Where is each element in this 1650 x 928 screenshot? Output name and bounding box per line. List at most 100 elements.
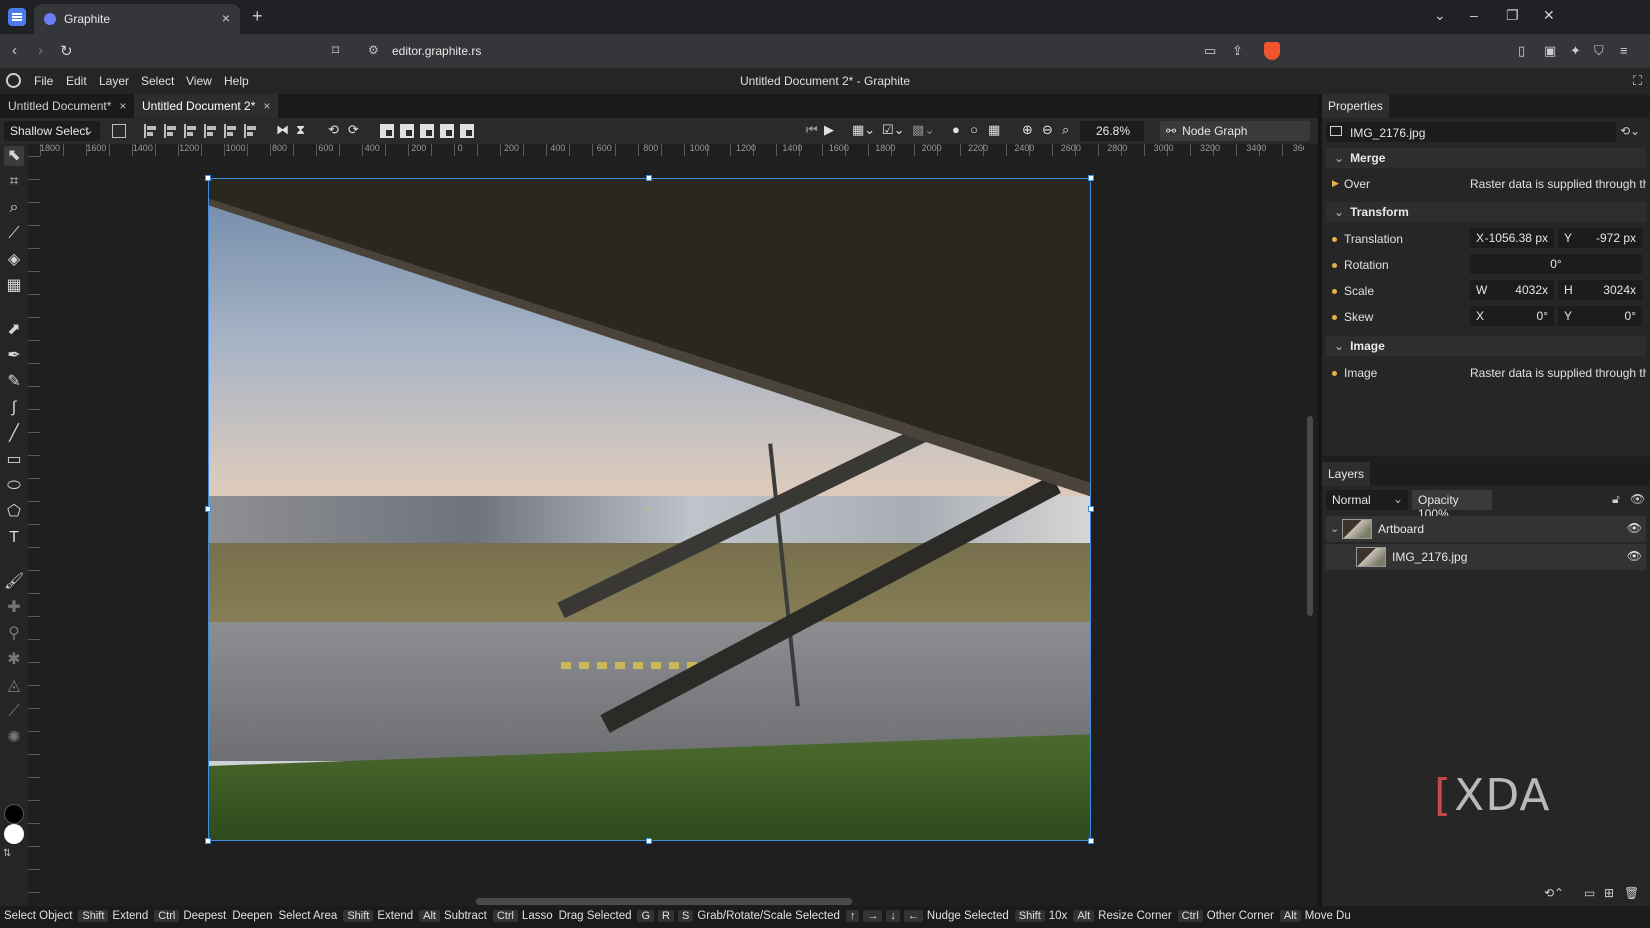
rotate-left-icon[interactable]: ⟲: [328, 122, 339, 138]
transform-handle-bottom-left[interactable]: [205, 838, 211, 844]
zoom-fit-icon[interactable]: ⌕: [1062, 122, 1069, 138]
new-folder-icon[interactable]: ▭: [1584, 886, 1595, 900]
flip-vertical-icon[interactable]: ⧗: [296, 122, 305, 138]
layers-tab[interactable]: Layers: [1322, 462, 1371, 486]
boolean-intersect-icon[interactable]: [440, 124, 454, 138]
freehand-tool-icon[interactable]: ✎: [4, 372, 24, 392]
visibility-eye-icon[interactable]: 👁︎: [1627, 549, 1642, 563]
brush-tool-icon[interactable]: 🖌: [4, 572, 24, 592]
url-text[interactable]: editor.graphite.rs: [392, 44, 481, 58]
layer-row-image[interactable]: IMG_2176.jpg 👁︎: [1326, 544, 1646, 570]
zoom-input[interactable]: 26.8%: [1080, 121, 1144, 141]
wallet-icon[interactable]: ▣: [1544, 43, 1556, 59]
boolean-union-icon[interactable]: [380, 124, 394, 138]
render-mode-normal-icon[interactable]: ●: [952, 122, 960, 137]
detail-tool-icon[interactable]: ◬: [4, 676, 24, 696]
render-mode-pixel-icon[interactable]: ▦: [988, 122, 1000, 138]
menu-view[interactable]: View: [186, 74, 212, 88]
doc-tab-untitled-document[interactable]: Untitled Document* ×: [0, 94, 134, 118]
image-section-header[interactable]: ⌄ Image: [1326, 336, 1646, 356]
close-window-button[interactable]: ✕: [1543, 7, 1555, 24]
align-top-icon[interactable]: [204, 124, 218, 138]
zoom-in-icon[interactable]: ⊕: [1022, 122, 1033, 138]
restore-button[interactable]: ❐: [1506, 7, 1519, 24]
node-options-icon[interactable]: ⟲⌃: [1544, 886, 1564, 900]
primary-color-swatch[interactable]: [4, 804, 24, 824]
ellipse-tool-icon[interactable]: ⬭: [4, 476, 24, 496]
artboard-tool-icon[interactable]: ⌗: [4, 172, 24, 192]
lock-icon[interactable]: 🔓︎: [1612, 492, 1620, 507]
zoom-out-icon[interactable]: ⊖: [1042, 122, 1053, 138]
merge-section-header[interactable]: ⌄ Merge: [1326, 148, 1646, 168]
cast-icon[interactable]: ▭: [1204, 43, 1216, 59]
skew-y-field[interactable]: Y 0°: [1558, 306, 1642, 326]
brave-shields-icon[interactable]: [1264, 42, 1280, 60]
translation-x-field[interactable]: X -1056.38 px: [1470, 228, 1554, 248]
clone-tool-icon[interactable]: ⚲: [4, 624, 24, 644]
flip-horizontal-icon[interactable]: ⧓: [276, 122, 289, 138]
browser-menu-hamburger-icon[interactable]: ≡: [1620, 43, 1628, 58]
layer-name-value[interactable]: IMG_2176.jpg: [1350, 126, 1425, 140]
play-icon[interactable]: ▶: [824, 122, 834, 138]
scale-h-field[interactable]: H 3024x: [1558, 280, 1642, 300]
menu-help[interactable]: Help: [224, 74, 249, 88]
transform-handle-top-left[interactable]: [205, 175, 211, 181]
rotation-slider[interactable]: 0°: [1470, 254, 1642, 274]
line-tool-icon[interactable]: ╱: [4, 424, 24, 444]
transform-section-header[interactable]: ⌄ Transform: [1326, 202, 1646, 222]
navigate-tool-icon[interactable]: ⌕: [4, 198, 24, 218]
transform-handle-bottom-right[interactable]: [1088, 838, 1094, 844]
node-graph-button[interactable]: ⚯ Node Graph: [1160, 121, 1310, 141]
expand-triangle-icon[interactable]: ▶: [1332, 178, 1339, 189]
chevron-down-icon[interactable]: ⌄: [1330, 522, 1339, 535]
select-mode-dropdown[interactable]: Shallow Select ⌄: [4, 121, 100, 141]
swap-colors-icon[interactable]: ⇅: [3, 848, 11, 859]
browser-menu-icon[interactable]: [8, 8, 26, 26]
translation-y-field[interactable]: Y -972 px: [1558, 228, 1642, 248]
reload-icon[interactable]: ↻: [60, 42, 73, 60]
grid-icon[interactable]: ▩⌄: [912, 122, 935, 138]
scale-w-field[interactable]: W 4032x: [1470, 280, 1554, 300]
align-center-icon[interactable]: [164, 124, 178, 138]
spline-tool-icon[interactable]: ∫: [4, 398, 24, 418]
doc-tab-untitled-document-2[interactable]: Untitled Document 2* ×: [134, 94, 279, 118]
path-tool-icon[interactable]: ⬈: [4, 320, 24, 340]
properties-tab[interactable]: Properties: [1322, 94, 1389, 118]
boolean-difference-icon[interactable]: [460, 124, 474, 138]
address-bar[interactable]: ⚙ editor.graphite.rs: [356, 39, 1286, 63]
boolean-subtract-front-icon[interactable]: [400, 124, 414, 138]
menu-edit[interactable]: Edit: [66, 74, 87, 88]
relight-tool-icon[interactable]: ⟋: [4, 702, 24, 722]
skip-back-icon[interactable]: ⏮: [806, 122, 818, 138]
browser-tab-graphite[interactable]: Graphite ×: [34, 4, 240, 34]
vpn-icon[interactable]: ⛉: [1594, 43, 1604, 59]
boolean-subtract-back-icon[interactable]: [420, 124, 434, 138]
snapping-icon[interactable]: ▦⌄: [852, 122, 875, 138]
delete-layer-icon[interactable]: 🗑︎: [1624, 886, 1639, 900]
align-bottom-icon[interactable]: [244, 124, 258, 138]
text-tool-icon[interactable]: T: [4, 528, 24, 548]
layer-row-artboard[interactable]: ⌄ Artboard 👁︎: [1326, 516, 1646, 542]
fullscreen-icon[interactable]: ⛶: [1633, 73, 1642, 89]
pivot-icon[interactable]: [112, 124, 126, 138]
sidebar-icon[interactable]: ▯: [1518, 43, 1525, 59]
site-settings-icon[interactable]: ⚙: [368, 43, 379, 57]
polygon-tool-icon[interactable]: ⬠: [4, 502, 24, 522]
align-right-icon[interactable]: [184, 124, 198, 138]
blend-mode-dropdown[interactable]: Normal ⌄: [1326, 490, 1408, 510]
imaginate-tool-icon[interactable]: ✺: [4, 728, 24, 748]
rotate-right-icon[interactable]: ⟳: [348, 122, 359, 138]
secondary-color-swatch[interactable]: [4, 824, 24, 844]
fill-tool-icon[interactable]: ◈: [4, 250, 24, 270]
leo-ai-icon[interactable]: ✦: [1570, 43, 1581, 59]
heal-tool-icon[interactable]: ✚: [4, 598, 24, 618]
align-middle-icon[interactable]: [224, 124, 238, 138]
opacity-slider[interactable]: Opacity 100%: [1412, 490, 1492, 521]
transform-handle-right[interactable]: [1088, 506, 1094, 512]
rectangle-tool-icon[interactable]: ▭: [4, 450, 24, 470]
node-options-icon[interactable]: ⟲⌄: [1620, 124, 1640, 138]
transform-handle-top[interactable]: [646, 175, 652, 181]
select-tool-icon[interactable]: ⬉: [4, 146, 24, 166]
browser-tab-close-icon[interactable]: ×: [222, 10, 230, 26]
layer-name-field[interactable]: IMG_2176.jpg: [1326, 122, 1616, 142]
